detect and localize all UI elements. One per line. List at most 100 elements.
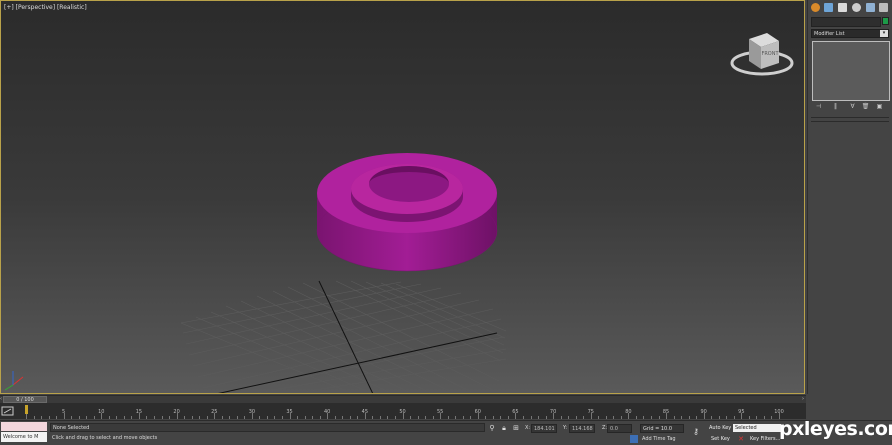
- tick-mark: [334, 416, 336, 419]
- tick-mark: [349, 416, 351, 419]
- tick-mark: [206, 416, 208, 419]
- tick-mark: [184, 416, 186, 419]
- tick-label: 10: [98, 409, 105, 415]
- viewcube-icon[interactable]: FRONT: [729, 25, 795, 81]
- tick-mark: [507, 416, 509, 419]
- tick-mark: [733, 416, 735, 419]
- tick-mark: [492, 416, 494, 419]
- tick-mark: [455, 416, 457, 419]
- tick-mark: [146, 416, 148, 419]
- key-filters-button[interactable]: Key Filters...: [750, 436, 780, 442]
- slider-right-arrow-icon[interactable]: ›: [802, 396, 806, 403]
- tick-mark: [33, 416, 35, 419]
- tick-mark: [266, 416, 268, 419]
- tick-mark: [575, 416, 577, 419]
- time-slider-thumb[interactable]: 0 / 100: [3, 396, 47, 403]
- tick-label: 30: [248, 409, 256, 415]
- modifier-stack[interactable]: [812, 41, 890, 101]
- pin-stack-icon[interactable]: ⊣: [814, 103, 823, 111]
- z-coordinate-field[interactable]: 0.0: [607, 424, 632, 433]
- object-name-field[interactable]: [811, 17, 881, 27]
- tick-mark: [123, 416, 125, 419]
- tick-label: 35: [286, 409, 293, 415]
- x-label: X:: [525, 425, 531, 431]
- panel-divider: [811, 117, 889, 118]
- utilities-icon[interactable]: [879, 3, 888, 12]
- tick-mark: [394, 416, 396, 419]
- viewcube-front-label: FRONT: [761, 51, 779, 57]
- tick-mark: [56, 416, 58, 419]
- isolate-selection-icon[interactable]: ⚲: [488, 424, 496, 432]
- key-selection-dropdown[interactable]: Selected: [733, 424, 781, 432]
- grid-axis-y: [218, 332, 498, 393]
- tick-mark: [673, 416, 675, 419]
- tick-mark: [462, 416, 464, 419]
- tick-mark: [93, 416, 95, 419]
- remove-modifier-icon[interactable]: 🗑︎: [861, 103, 870, 111]
- make-unique-icon[interactable]: ∀: [848, 103, 857, 111]
- current-frame-marker: [25, 405, 28, 414]
- mini-curve-editor-icon[interactable]: [1, 404, 17, 418]
- create-icon[interactable]: [811, 3, 820, 12]
- tick-mark: [711, 416, 713, 419]
- tick-label: 25: [211, 409, 218, 415]
- tick-mark: [191, 416, 193, 419]
- tick-mark: [545, 416, 547, 419]
- motion-icon[interactable]: [852, 3, 861, 12]
- modifier-list-dropdown[interactable]: Modifier List ▾: [811, 29, 889, 38]
- tick-mark: [169, 416, 171, 419]
- maxscript-mini-listener[interactable]: Welcome to M: [1, 432, 47, 442]
- tick-mark: [748, 416, 750, 419]
- tick-mark: [108, 416, 110, 419]
- tick-mark: [726, 416, 728, 419]
- selection-lock-icon[interactable]: 🔒︎: [500, 424, 508, 432]
- chevron-down-icon: ▾: [880, 30, 888, 37]
- tick-label: 65: [512, 409, 519, 415]
- absolute-mode-icon[interactable]: ⊞: [512, 424, 520, 432]
- configure-modifier-sets-icon[interactable]: ▣: [875, 103, 884, 111]
- set-keys-filter-icon[interactable]: ✕: [737, 435, 745, 443]
- tick-label: 45: [361, 409, 369, 415]
- object-color-swatch[interactable]: [882, 17, 889, 25]
- tick-label: 60: [474, 409, 481, 415]
- tick-mark: [357, 416, 359, 419]
- perspective-viewport[interactable]: [+] [Perspective] [Realistic] FRONT: [0, 0, 805, 394]
- tick-label: 90: [700, 409, 707, 415]
- x-coordinate-field[interactable]: 184.101: [531, 424, 557, 433]
- panel-divider-2: [811, 121, 889, 122]
- tick-mark: [598, 416, 600, 419]
- scene-svg: [4, 153, 507, 393]
- set-key-button[interactable]: Set Key: [711, 436, 730, 442]
- tick-mark: [154, 416, 155, 419]
- key-icon[interactable]: ⚷: [692, 428, 700, 436]
- ring-object: [316, 153, 498, 272]
- display-icon[interactable]: [866, 3, 875, 12]
- selection-status: None Selected: [50, 423, 485, 432]
- tick-mark: [131, 416, 133, 419]
- track-bar[interactable]: 5 10 15 20 25 30 35 40 45 50 55 60 65 70 75 80 85 90 95 100: [0, 403, 806, 419]
- grid-size-display: Grid = 10.0: [640, 424, 684, 433]
- tick-mark: [304, 416, 306, 419]
- y-coordinate-field[interactable]: 114.168: [569, 424, 595, 433]
- tick-label: 70: [549, 409, 557, 415]
- tick-mark: [605, 416, 607, 419]
- tick-mark: [161, 416, 163, 419]
- show-end-result-icon[interactable]: ‖: [831, 103, 840, 111]
- time-tag-icon[interactable]: [630, 435, 638, 443]
- tick-mark: [71, 416, 73, 419]
- tick-mark: [620, 416, 622, 419]
- maxscript-listener-top[interactable]: [1, 422, 47, 431]
- tick-mark: [48, 416, 50, 419]
- tick-label: 50: [399, 409, 406, 415]
- add-time-tag[interactable]: Add Time Tag: [642, 436, 676, 442]
- hierarchy-icon[interactable]: [838, 3, 847, 12]
- tick-mark: [500, 416, 502, 419]
- tick-mark: [78, 416, 80, 419]
- auto-key-button[interactable]: Auto Key: [709, 425, 731, 431]
- tick-mark: [432, 416, 434, 419]
- modify-icon[interactable]: [824, 3, 833, 12]
- watermark-logo: pxleyes.com: [779, 418, 892, 440]
- tick-mark: [410, 416, 412, 419]
- tick-mark: [643, 416, 645, 419]
- tick-mark: [447, 416, 449, 419]
